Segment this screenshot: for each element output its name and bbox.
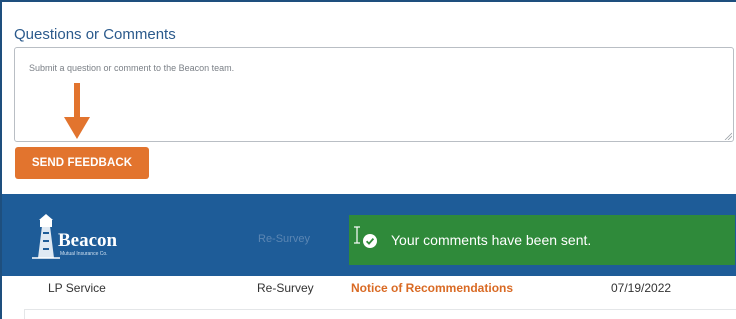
arrow-down-icon <box>64 83 90 139</box>
check-circle-icon <box>363 234 377 248</box>
text-cursor-icon <box>354 226 360 244</box>
brand-name: Beacon <box>58 230 118 251</box>
resize-grip-icon[interactable] <box>724 132 732 140</box>
service-cell: LP Service <box>48 281 106 295</box>
toast-message: Your comments have been sent. <box>391 232 592 248</box>
send-feedback-button[interactable]: SEND FEEDBACK <box>15 147 149 179</box>
type-cell: Re-Survey <box>257 281 314 295</box>
comment-textarea[interactable] <box>14 47 734 142</box>
brand-subtitle: Mutual Insurance Co. <box>60 251 108 257</box>
document-link[interactable]: Notice of Recommendations <box>351 281 513 295</box>
date-cell: 07/19/2022 <box>611 281 672 295</box>
section-title: Questions or Comments <box>14 26 176 43</box>
background-row-type: Re-Survey <box>258 233 310 245</box>
table-row[interactable]: LP Service Re-Survey Notice of Recommend… <box>24 276 736 310</box>
